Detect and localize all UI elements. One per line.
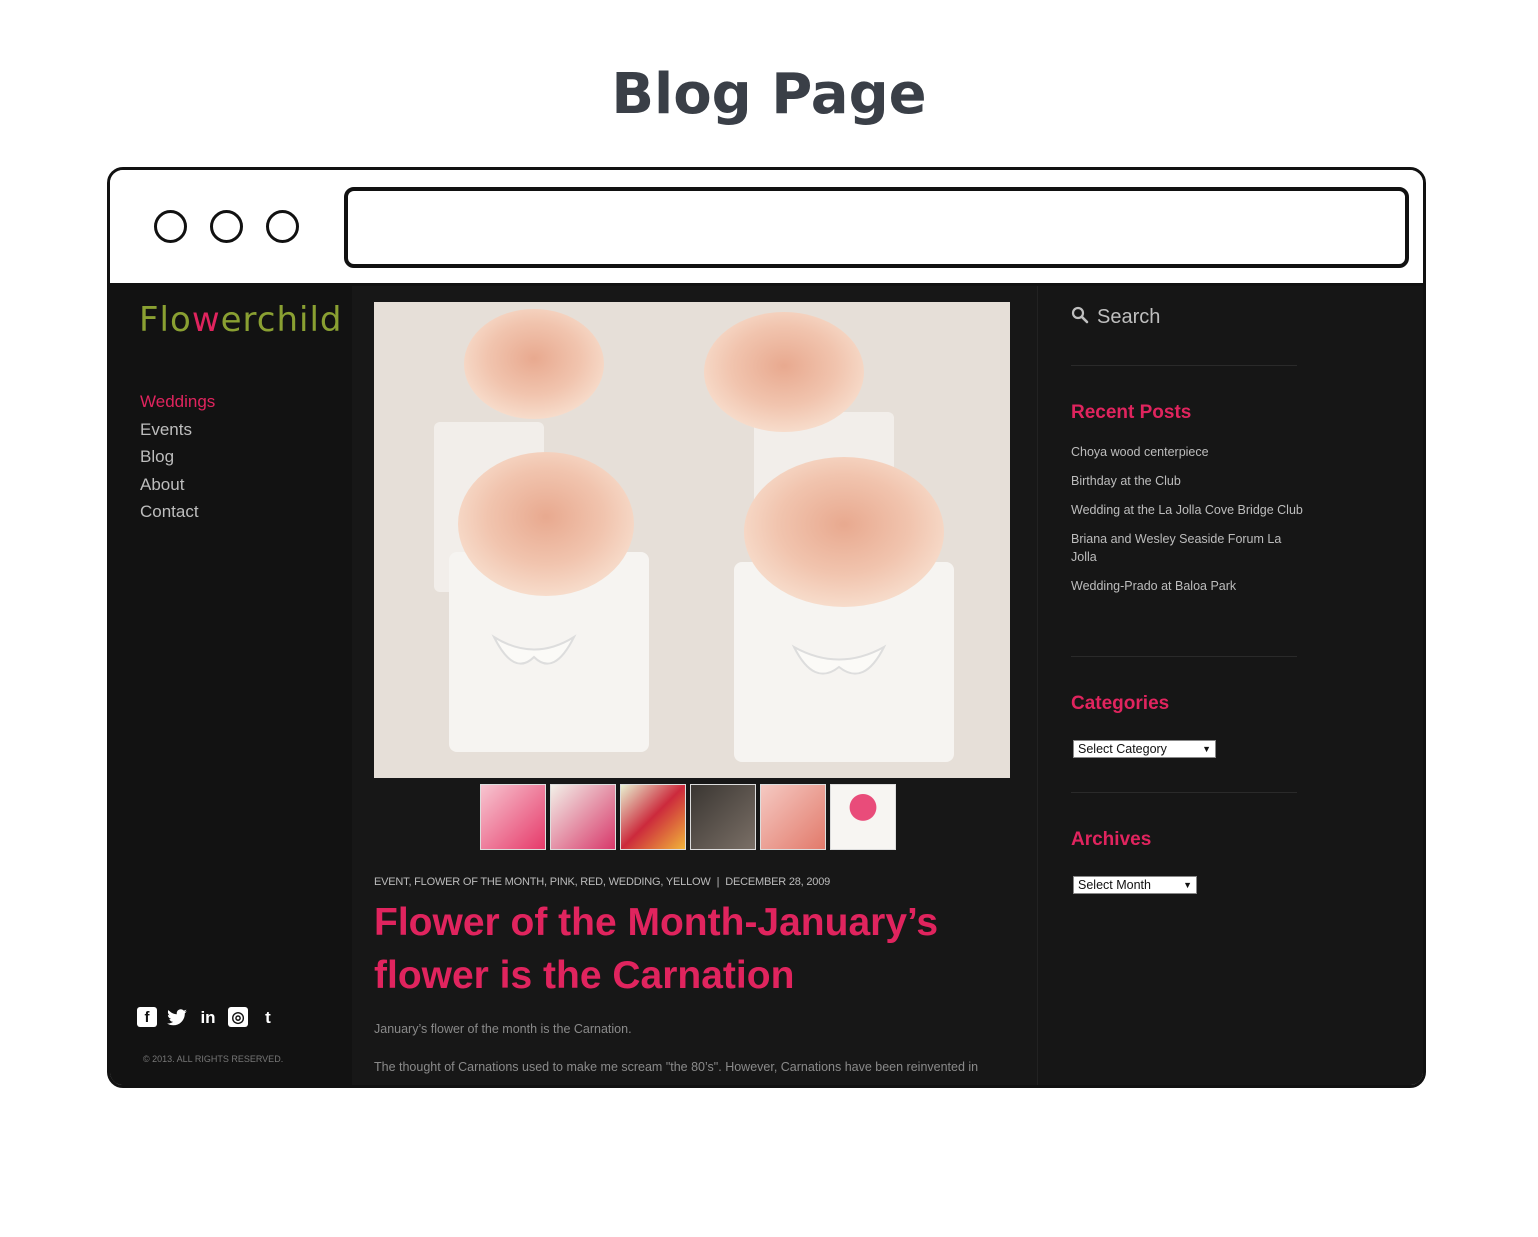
browser-toolbar	[110, 170, 1423, 286]
category-select-value: Select Category	[1078, 742, 1167, 756]
featured-image[interactable]	[374, 302, 1010, 778]
page-title: Blog Page	[611, 62, 927, 127]
post-categories[interactable]: EVENT, FLOWER OF THE MONTH, PINK, RED, W…	[374, 876, 711, 888]
nav-item-about[interactable]: About	[140, 473, 215, 501]
archive-select-value: Select Month	[1078, 878, 1151, 892]
recent-posts-list: Choya wood centerpiece Birthday at the C…	[1071, 444, 1303, 607]
website-content: Flowerchild Weddings Events Blog About C…	[110, 286, 1423, 1085]
facebook-icon[interactable]: f	[137, 1007, 157, 1027]
divider	[1071, 656, 1297, 657]
instagram-icon[interactable]: ◎	[228, 1007, 248, 1027]
nav-item-events[interactable]: Events	[140, 418, 215, 446]
chevron-down-icon: ▼	[1183, 880, 1192, 890]
thumbnail-image[interactable]	[480, 784, 546, 850]
meta-separator: |	[716, 876, 720, 888]
thumbnail-image[interactable]	[550, 784, 616, 850]
post-meta: EVENT, FLOWER OF THE MONTH, PINK, RED, W…	[374, 876, 830, 888]
social-links: f in ◎ t	[137, 1007, 279, 1029]
post-excerpt: January’s flower of the month is the Car…	[374, 1022, 632, 1036]
post-title[interactable]: Flower of the Month-January’s flower is …	[374, 896, 1004, 1002]
recent-post-link[interactable]: Choya wood centerpiece	[1071, 444, 1303, 462]
recent-post-link[interactable]: Briana and Wesley Seaside Forum La Jolla	[1071, 531, 1303, 566]
site-logo[interactable]: Flowerchild	[139, 300, 343, 340]
main-nav: Weddings Events Blog About Contact	[140, 390, 215, 528]
nav-item-contact[interactable]: Contact	[140, 500, 215, 528]
archives-heading: Archives	[1071, 829, 1152, 850]
right-sidebar: Search Recent Posts Choya wood centerpie…	[1037, 286, 1423, 1085]
chevron-down-icon: ▼	[1202, 744, 1211, 754]
nav-item-weddings[interactable]: Weddings	[140, 390, 215, 418]
post-excerpt: The thought of Carnations used to make m…	[374, 1060, 979, 1074]
thumbnail-image[interactable]	[760, 784, 826, 850]
browser-window: Flowerchild Weddings Events Blog About C…	[107, 167, 1426, 1088]
image-thumbnails	[480, 784, 896, 850]
archive-select[interactable]: Select Month ▼	[1073, 876, 1197, 894]
thumbnail-image[interactable]	[830, 784, 896, 850]
copyright-text: © 2013. ALL RIGHTS RESERVED.	[143, 1054, 284, 1064]
tumblr-icon[interactable]: t	[257, 1007, 279, 1029]
logo-text-end: erchild	[220, 300, 343, 340]
thumbnail-image[interactable]	[690, 784, 756, 850]
twitter-icon[interactable]	[166, 1007, 188, 1029]
categories-heading: Categories	[1071, 693, 1170, 714]
search-icon	[1071, 306, 1089, 329]
window-minimize-dot[interactable]	[210, 210, 243, 243]
logo-tulip-mark: w	[191, 300, 221, 340]
nav-item-blog[interactable]: Blog	[140, 445, 215, 473]
divider	[1071, 792, 1297, 793]
linkedin-icon[interactable]: in	[197, 1007, 219, 1029]
left-sidebar: Flowerchild Weddings Events Blog About C…	[110, 286, 352, 1085]
window-maximize-dot[interactable]	[266, 210, 299, 243]
recent-posts-heading: Recent Posts	[1071, 402, 1192, 423]
logo-text-start: Flo	[139, 300, 192, 340]
divider	[1071, 365, 1297, 366]
window-close-dot[interactable]	[154, 210, 187, 243]
recent-post-link[interactable]: Wedding at the La Jolla Cove Bridge Club	[1071, 502, 1303, 520]
thumbnail-image[interactable]	[620, 784, 686, 850]
search-placeholder: Search	[1097, 306, 1161, 328]
search-input[interactable]: Search	[1071, 306, 1160, 329]
address-bar[interactable]	[344, 187, 1409, 268]
category-select[interactable]: Select Category ▼	[1073, 740, 1216, 758]
main-content: EVENT, FLOWER OF THE MONTH, PINK, RED, W…	[352, 286, 1037, 1085]
recent-post-link[interactable]: Wedding-Prado at Baloa Park	[1071, 578, 1303, 596]
post-date: DECEMBER 28, 2009	[725, 876, 831, 888]
recent-post-link[interactable]: Birthday at the Club	[1071, 473, 1303, 491]
